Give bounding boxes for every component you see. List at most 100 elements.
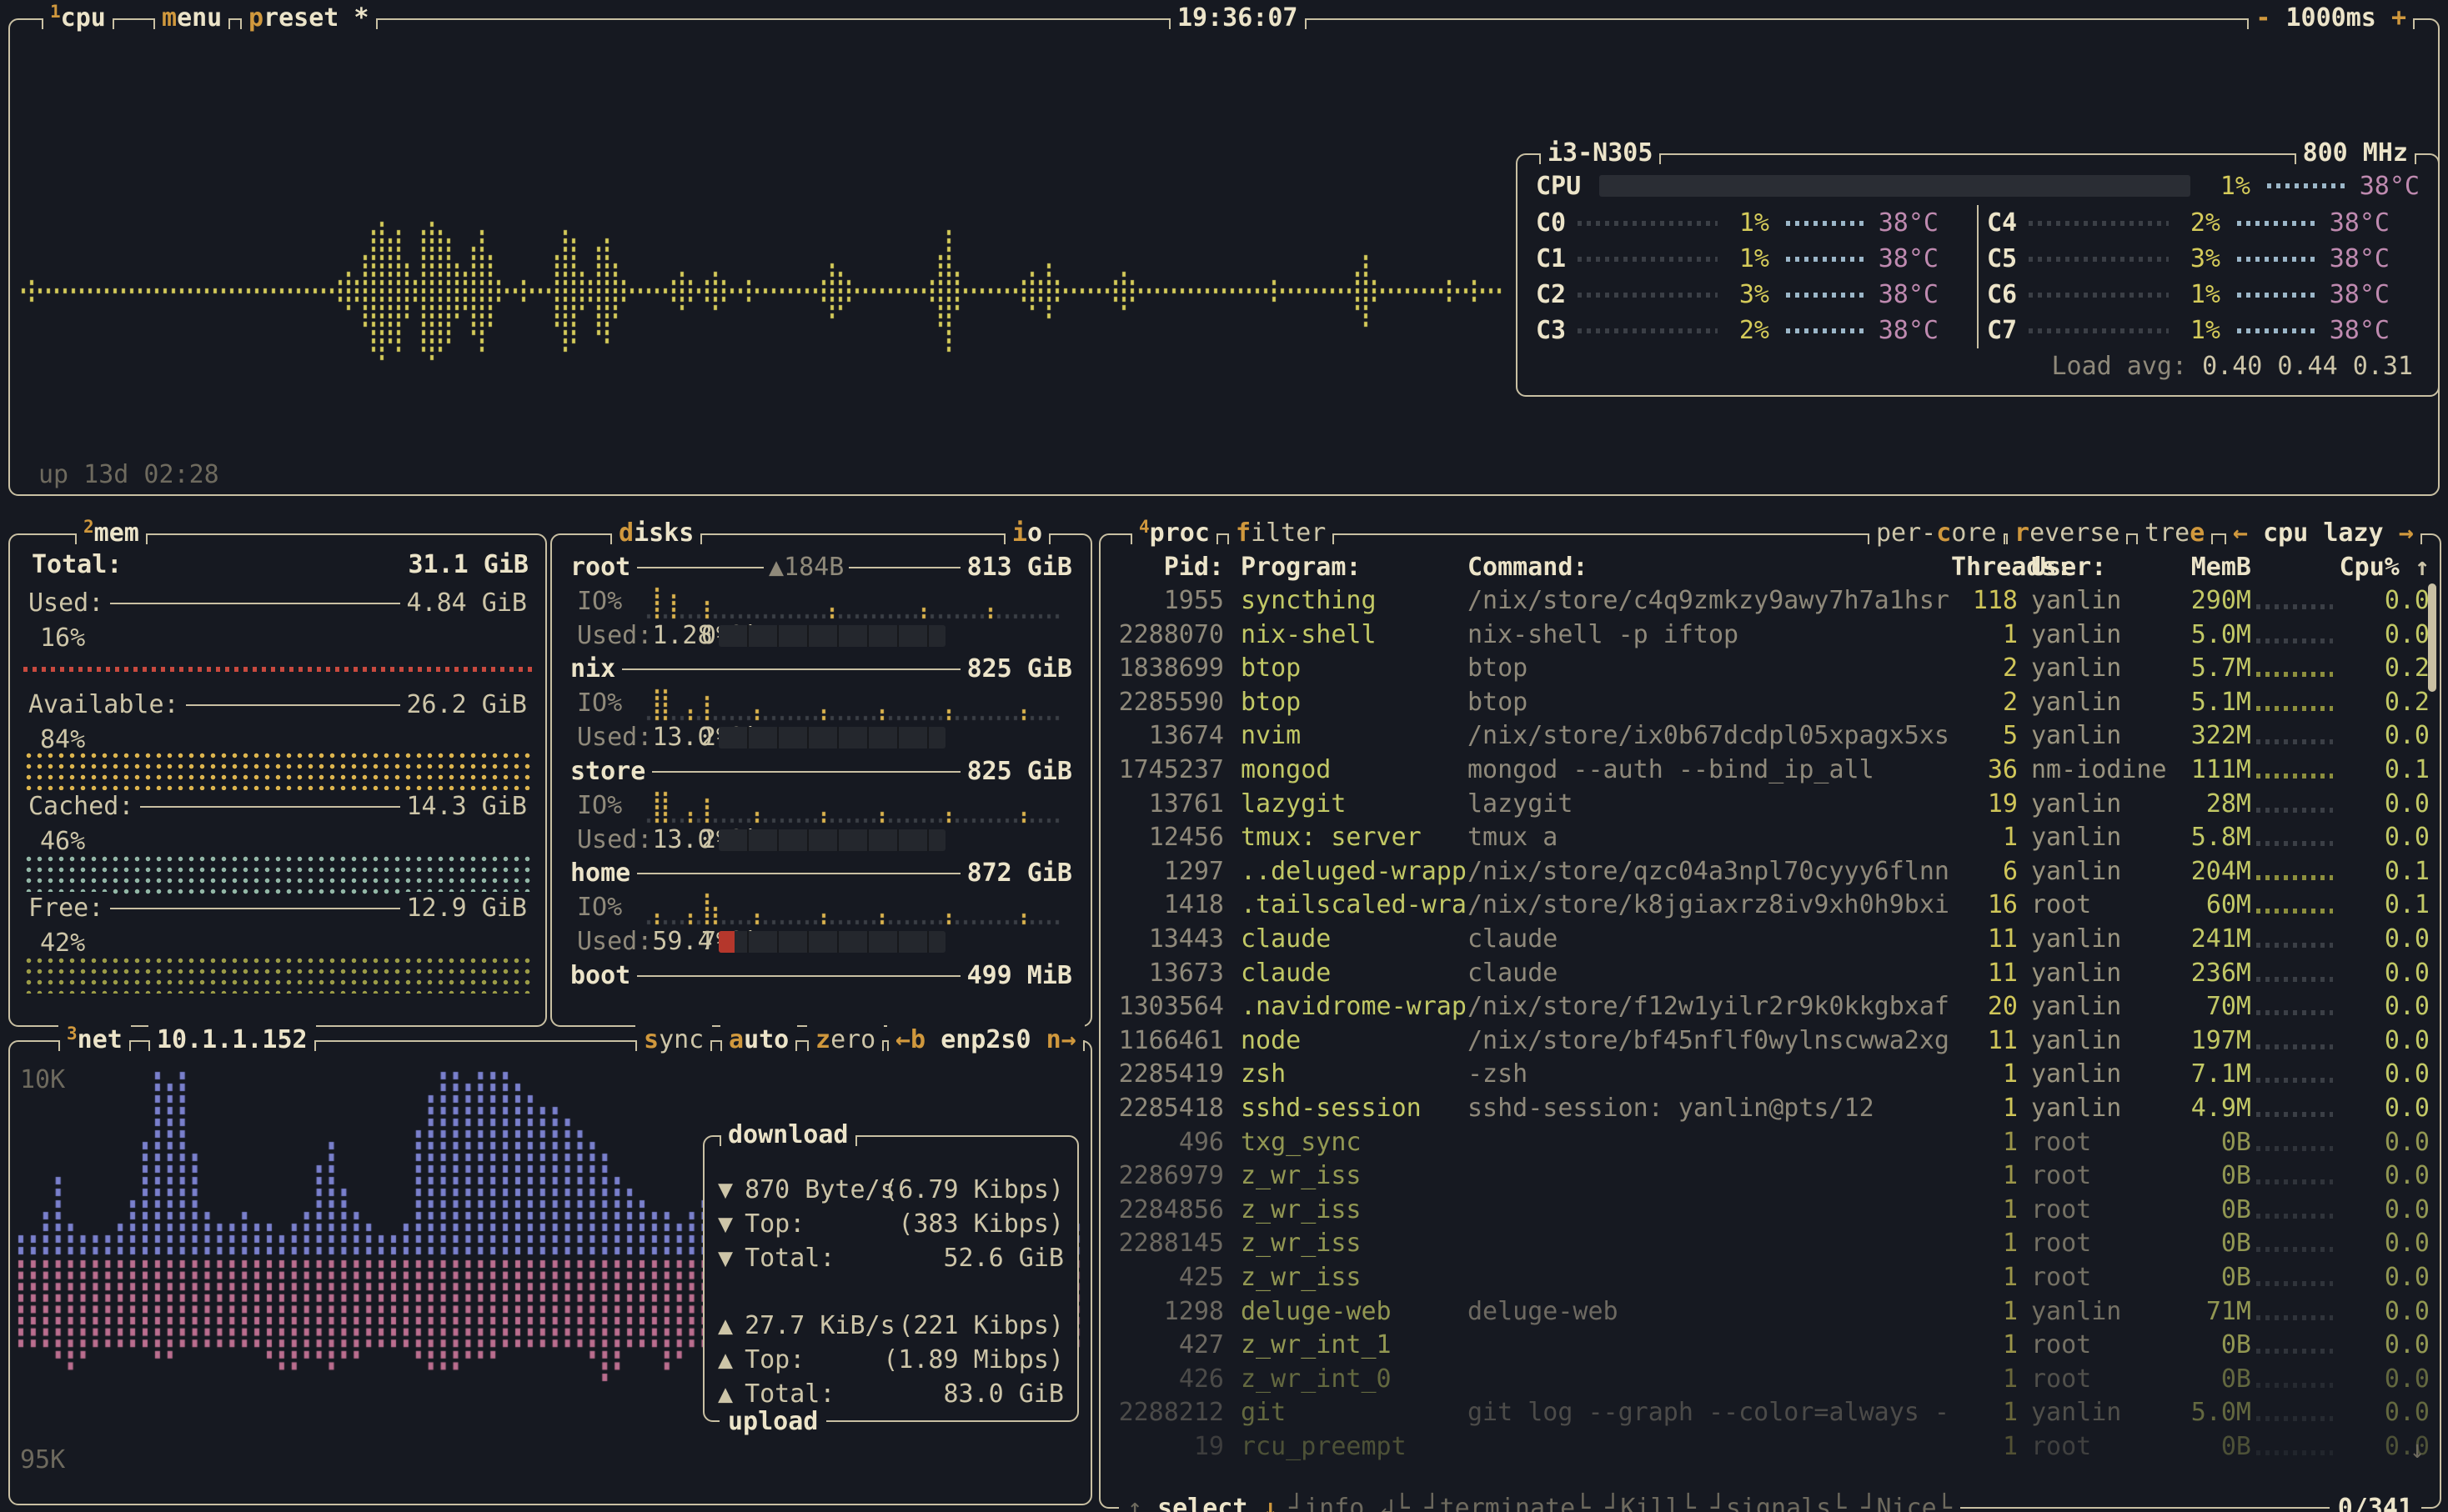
process-row[interactable]: 2285418sshd-sessionsshd-session: yanlin@… (1107, 1091, 2433, 1124)
column-pid[interactable]: Pid: (1107, 553, 1224, 582)
column-cpu[interactable]: Cpu% ↑ (2338, 553, 2430, 582)
process-row[interactable]: 2288145z_wr_iss1root0B0.0 (1107, 1226, 2433, 1259)
process-cpu-graph (2256, 1078, 2333, 1083)
process-row[interactable]: 12456tmux: servertmux a1yanlin5.8M0.0 (1107, 820, 2433, 854)
process-cpu-graph (2256, 1315, 2333, 1320)
cpu-model-label: i3-N305 (1539, 137, 1661, 170)
proc-tree-toggle[interactable]: tree (2136, 517, 2213, 550)
process-row[interactable]: 1298deluge-webdeluge-web1yanlin71M0.0 (1107, 1294, 2433, 1328)
process-row[interactable]: 2285419zsh-zsh1yanlin7.1M0.0 (1107, 1057, 2433, 1090)
process-cpu-graph (2256, 909, 2333, 914)
core-temp-graph (1786, 328, 1865, 333)
btop-screen: 1cpu menu preset * 19:36:07 - 1000ms + u… (0, 0, 2448, 1512)
cpu-total-meter (1599, 175, 2190, 197)
column-mem[interactable]: MemB (2171, 553, 2251, 582)
disk-root: root▲184B813 GiB (564, 551, 1079, 584)
process-cpu-graph (2256, 1349, 2333, 1354)
cpu-total-temp-graph (2267, 183, 2346, 188)
core-temp-graph (2237, 221, 2316, 226)
core-row-c4: C42%38°C (1979, 205, 2428, 241)
column-command[interactable]: Command: (1467, 553, 1951, 582)
proc-per-core-toggle[interactable]: per-core (1868, 517, 2005, 550)
net-stat-row: ▼870 Byte/s(6.79 Kibps) (718, 1174, 1064, 1207)
process-row[interactable]: 13673claudeclaude11yanlin236M0.0 (1107, 956, 2433, 989)
io-mode-toggle[interactable]: io (1004, 517, 1051, 550)
cpu-box: 1cpu menu preset * 19:36:07 - 1000ms + u… (8, 18, 2440, 496)
process-row[interactable]: 1955syncthing/nix/store/c4q9zmkzy9awy7h7… (1107, 583, 2433, 617)
process-cpu-graph (2256, 604, 2333, 609)
interval-minus-button[interactable]: - (2255, 3, 2270, 33)
cpu-box-title[interactable]: 1cpu (42, 2, 114, 35)
net-stats-panel: download upload ▼870 Byte/s(6.79 Kibps)▼… (703, 1135, 1079, 1422)
process-row[interactable]: 2284856z_wr_iss1root0B0.0 (1107, 1193, 2433, 1226)
memory-box: 2mem Total: 31.1 GiB Used:4.84 GiB16%Ava… (8, 533, 547, 1027)
net-interface-switcher[interactable]: ←b enp2s0 n→ (887, 1024, 1085, 1057)
process-row[interactable]: 2288212gitgit log --graph --color=always… (1107, 1395, 2433, 1429)
core-row-c5: C53%38°C (1979, 241, 2428, 277)
scroll-down-icon[interactable]: ↓ (2410, 1434, 2425, 1467)
core-percent: 3% (2169, 244, 2220, 273)
process-row[interactable]: 426z_wr_int_01root0B0.0 (1107, 1362, 2433, 1395)
preset-button[interactable]: preset * (240, 2, 378, 35)
core-usage-graph (2029, 328, 2169, 333)
process-cpu-graph (2256, 739, 2333, 744)
process-row[interactable]: 1297..deluged-wrapp/nix/store/qzc04a3npl… (1107, 854, 2433, 888)
mem-box-title[interactable]: 2mem (75, 517, 148, 550)
disk-used-meter (719, 931, 946, 953)
net-stat-row: ▼Top:(383 Kibps) (718, 1208, 1064, 1241)
core-temp: 38°C (1865, 244, 1939, 273)
core-row-c3: C32%38°C (1527, 313, 1977, 348)
net-auto-toggle[interactable]: auto (720, 1024, 797, 1057)
menu-button[interactable]: menu (153, 2, 230, 35)
process-row[interactable]: 496txg_sync1root0B0.0 (1107, 1125, 2433, 1159)
core-row-c2: C23%38°C (1527, 277, 1977, 313)
proc-box-title[interactable]: 4proc (1131, 517, 1218, 550)
process-row[interactable]: 13674nvim/nix/store/ix0b67dcdpl05xpagx5x… (1107, 718, 2433, 752)
interval-plus-button[interactable]: + (2391, 3, 2406, 33)
proc-action-keys[interactable]: ┘info ↲└ ┘terminate└ ┘Kill└ ┘signals└ ┘N… (1281, 1492, 1960, 1512)
process-row[interactable]: 1166461node/nix/store/bf45nflf0wylnscwwa… (1107, 1024, 2433, 1057)
process-row[interactable]: 2288070nix-shellnix-shell -p iftop1yanli… (1107, 618, 2433, 651)
process-cpu-graph (2256, 1112, 2333, 1117)
net-scale-top: 10K (20, 1064, 65, 1097)
proc-reverse-toggle[interactable]: reverse (2006, 517, 2128, 550)
update-interval-control[interactable]: - 1000ms + (2247, 2, 2415, 35)
process-cpu-graph (2256, 706, 2333, 711)
process-row[interactable]: 2285590btopbtop2yanlin5.1M0.2 (1107, 685, 2433, 718)
disks-box-title[interactable]: disks (610, 517, 702, 550)
process-row[interactable]: 1838699btopbtop2yanlin5.7M0.2 (1107, 651, 2433, 684)
process-row[interactable]: 13761lazygitlazygit19yanlin28M0.0 (1107, 787, 2433, 820)
disk-io-graph (645, 787, 1066, 825)
process-row[interactable]: 13443claudeclaude11yanlin241M0.0 (1107, 922, 2433, 955)
column-threads[interactable]: Threads: (1951, 553, 2018, 582)
proc-scrollbar-thumb[interactable] (2428, 583, 2436, 692)
net-zero-toggle[interactable]: zero (807, 1024, 884, 1057)
process-row[interactable]: 425z_wr_iss1root0B0.0 (1107, 1260, 2433, 1294)
core-temp: 38°C (1865, 280, 1939, 309)
mem-graph-olive (23, 955, 532, 994)
proc-sort-selector[interactable]: ← cpu lazy → (2225, 517, 2422, 550)
core-percent: 2% (1718, 316, 1769, 345)
cpu-usage-graph (20, 202, 1504, 378)
core-percent: 1% (1718, 208, 1769, 238)
process-box: 4proc filter per-core reverse tree ← cpu… (1099, 533, 2441, 1509)
process-row[interactable]: 1303564.navidrome-wrap/nix/store/f12w1yi… (1107, 989, 2433, 1023)
proc-select-control[interactable]: ↑ select ↓ (1119, 1492, 1287, 1512)
net-box-title[interactable]: 3net (58, 1024, 131, 1057)
cpu-total-row: CPU 1% 38°C (1536, 168, 2420, 203)
process-row[interactable]: 1745237mongodmongod --auth --bind_ip_all… (1107, 753, 2433, 786)
process-row[interactable]: 1418.tailscaled-wra/nix/store/k8jgiaxrz8… (1107, 888, 2433, 921)
process-row[interactable]: 2286979z_wr_iss1root0B0.0 (1107, 1159, 2433, 1192)
load-average: Load avg: 0.40 0.44 0.31 (2052, 350, 2414, 383)
proc-filter-button[interactable]: filter (1227, 517, 1334, 550)
net-sync-toggle[interactable]: sync (635, 1024, 712, 1057)
process-row[interactable]: 19rcu_preempt1root0B0.0 (1107, 1429, 2433, 1463)
disk-io-label: IO% (577, 687, 622, 720)
core-percent: 2% (2169, 208, 2220, 238)
process-cpu-graph (2256, 1044, 2333, 1049)
core-percent: 1% (1718, 244, 1769, 273)
column-program[interactable]: Program: (1241, 553, 1467, 582)
process-row[interactable]: 427z_wr_int_11root0B0.0 (1107, 1328, 2433, 1361)
column-user[interactable]: User: (2031, 553, 2171, 582)
core-usage-graph (2029, 257, 2169, 262)
